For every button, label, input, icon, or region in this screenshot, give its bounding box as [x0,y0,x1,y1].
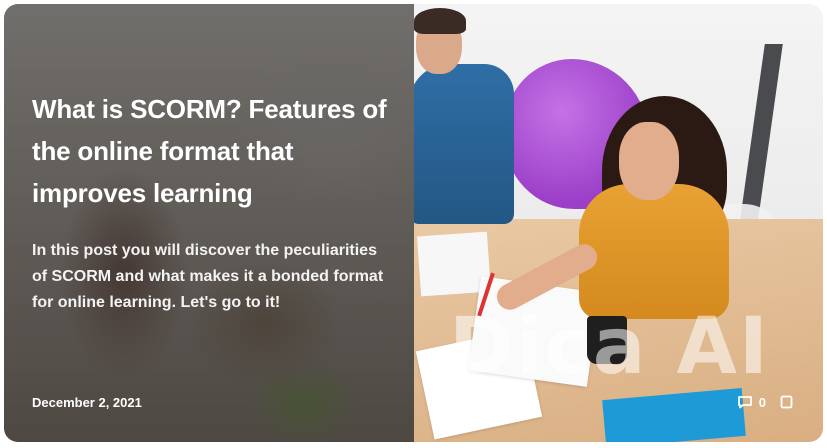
photo-woman-face [619,122,679,200]
dark-overlay-panel [4,4,414,442]
bookmark-icon [780,395,793,409]
article-title[interactable]: What is SCORM? Features of the online fo… [32,88,392,214]
bookmark-button[interactable] [780,395,793,409]
photo-woman [579,184,729,319]
watermark-text: Dica AI [449,302,770,392]
comment-icon [737,395,753,409]
article-excerpt: In this post you will discover the pecul… [32,242,384,311]
comments-count: 0 [758,394,766,410]
article-meta: December 2, 2021 0 [32,392,793,412]
photo-man-hair [414,8,466,34]
publish-date: December 2, 2021 [32,394,142,410]
article-card[interactable]: What is SCORM? Features of the online fo… [4,4,823,442]
photo-man [409,64,514,224]
article-actions: 0 [737,395,793,410]
comments-button[interactable]: 0 [737,395,766,410]
